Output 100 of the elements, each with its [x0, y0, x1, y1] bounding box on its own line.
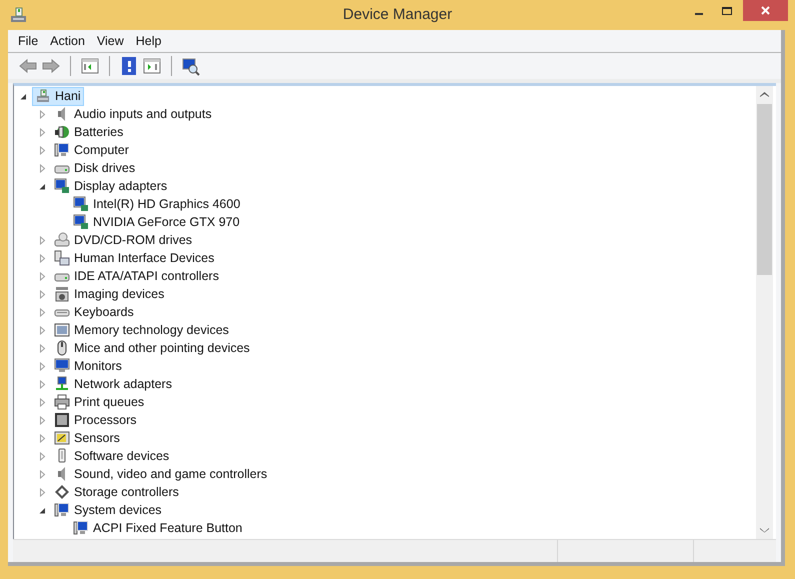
tree-item-label: Audio inputs and outputs	[74, 107, 212, 121]
monitor-icon	[73, 520, 89, 536]
expand-arrow-icon[interactable]	[38, 236, 47, 244]
tree-item[interactable]: Hani	[32, 86, 84, 106]
menu-item[interactable]: Help	[130, 32, 168, 50]
tree-item-label: Display adapters	[74, 179, 168, 193]
tree-item-label: Human Interface Devices	[74, 251, 214, 265]
scrollbar-thumb[interactable]	[757, 104, 772, 275]
network-icon	[54, 376, 70, 392]
tree-item-label: Imaging devices	[74, 287, 164, 301]
monitor-icon	[54, 178, 70, 194]
tree-item-label: Batteries	[74, 125, 124, 139]
tree-item[interactable]: Disk drives	[51, 158, 138, 178]
battery-icon	[54, 124, 70, 140]
expand-arrow-icon[interactable]	[38, 416, 47, 424]
collapse-arrow-icon[interactable]	[38, 506, 47, 514]
tree-item[interactable]: Intel(R) HD Graphics 4600	[70, 194, 244, 214]
tree-item-label: Mice and other pointing devices	[74, 341, 250, 355]
tree-item[interactable]: Sound, video and game controllers	[51, 464, 270, 484]
tree-item-label: System devices	[74, 503, 162, 517]
tree-item[interactable]: Mice and other pointing devices	[51, 338, 253, 358]
tree-item[interactable]: Keyboards	[51, 302, 137, 322]
expand-arrow-icon[interactable]	[38, 434, 47, 442]
monitor-icon	[73, 214, 89, 230]
tree-item-label: Storage controllers	[74, 485, 179, 499]
memory-icon	[54, 322, 70, 338]
monitor-icon	[73, 196, 89, 212]
monitor-icon	[54, 502, 70, 518]
tree-item[interactable]: Network adapters	[51, 374, 175, 394]
tree-item[interactable]: Imaging devices	[51, 284, 168, 304]
tree-item-label: Disk drives	[74, 161, 136, 175]
tree-item[interactable]: Print queues	[51, 392, 148, 412]
console-tree-icon[interactable]	[80, 56, 100, 76]
expand-arrow-icon[interactable]	[38, 488, 47, 496]
expand-arrow-icon[interactable]	[38, 272, 47, 280]
tree-item[interactable]: IDE ATA/ATAPI controllers	[51, 266, 222, 286]
input-device-icon	[54, 250, 70, 266]
tree-item-label: Memory technology devices	[74, 323, 229, 337]
tree-item[interactable]: Computer	[51, 140, 132, 160]
back-icon[interactable]	[18, 56, 38, 76]
app-icon	[10, 7, 27, 23]
tree-item-label: DVD/CD-ROM drives	[74, 233, 192, 247]
tree-item-label: NVIDIA GeForce GTX 970	[93, 215, 240, 229]
menu-item[interactable]: Action	[44, 32, 91, 50]
storage-icon	[54, 484, 70, 500]
tree-item-label: Monitors	[74, 359, 122, 373]
expand-arrow-icon[interactable]	[38, 110, 47, 118]
tree-item-label: Keyboards	[74, 305, 134, 319]
close-icon[interactable]	[743, 0, 788, 21]
tree-item-label: ACPI Fixed Feature Button	[93, 521, 242, 535]
printer-icon	[54, 394, 70, 410]
tree-item[interactable]: Memory technology devices	[51, 320, 232, 340]
tree-item-label: Print queues	[74, 395, 144, 409]
processor-icon	[54, 412, 70, 428]
expand-arrow-icon[interactable]	[38, 452, 47, 460]
tree-item[interactable]: Human Interface Devices	[51, 248, 218, 268]
tree-item[interactable]: Storage controllers	[51, 482, 182, 502]
expand-arrow-icon[interactable]	[38, 254, 47, 262]
tree-item[interactable]: DVD/CD-ROM drives	[51, 230, 196, 250]
window-title: Device Manager	[342, 6, 452, 23]
expand-arrow-icon[interactable]	[38, 398, 47, 406]
collapse-arrow-icon[interactable]	[19, 92, 28, 100]
collapse-arrow-icon[interactable]	[38, 182, 47, 190]
expand-arrow-icon[interactable]	[38, 362, 47, 370]
expand-arrow-icon[interactable]	[38, 380, 47, 388]
expand-arrow-icon[interactable]	[38, 146, 47, 154]
expand-arrow-icon[interactable]	[38, 470, 47, 478]
tree-item[interactable]: Sensors	[51, 428, 123, 448]
tree-item[interactable]: Processors	[51, 410, 140, 430]
monitor-icon	[54, 358, 70, 374]
tree-item-label: Sound, video and game controllers	[74, 467, 268, 481]
computer-icon	[35, 88, 51, 104]
help-icon[interactable]	[119, 56, 139, 76]
camera-icon	[54, 286, 70, 302]
tree-item[interactable]: NVIDIA GeForce GTX 970	[70, 212, 243, 232]
tree-item-label: Network adapters	[74, 377, 172, 391]
tree-item[interactable]: Audio inputs and outputs	[51, 104, 215, 124]
expand-arrow-icon[interactable]	[38, 326, 47, 334]
tree-item-label: Software devices	[74, 449, 170, 463]
tree-item[interactable]: ACPI Fixed Feature Button	[70, 518, 246, 538]
tree-item[interactable]: Software devices	[51, 446, 172, 466]
expand-arrow-icon[interactable]	[38, 308, 47, 316]
action-pane-icon[interactable]	[142, 56, 162, 76]
tree-item[interactable]: Monitors	[51, 356, 125, 376]
expand-arrow-icon[interactable]	[38, 128, 47, 136]
menu-item[interactable]: View	[90, 32, 130, 50]
expand-arrow-icon[interactable]	[38, 290, 47, 298]
tree-item-label: Processors	[74, 413, 137, 427]
expand-arrow-icon[interactable]	[38, 344, 47, 352]
sensor-icon	[54, 430, 70, 446]
tree-item[interactable]: System devices	[51, 500, 165, 520]
forward-icon[interactable]	[41, 56, 61, 76]
tree-item-label: IDE ATA/ATAPI controllers	[74, 269, 219, 283]
menu-item[interactable]: File	[12, 32, 44, 50]
monitor-icon	[54, 142, 70, 158]
tree-item[interactable]: Display adapters	[51, 176, 170, 196]
expand-arrow-icon[interactable]	[38, 164, 47, 172]
scan-hardware-icon[interactable]	[181, 56, 201, 76]
tree-item-label: Sensors	[74, 431, 120, 445]
tree-item[interactable]: Batteries	[51, 122, 126, 142]
